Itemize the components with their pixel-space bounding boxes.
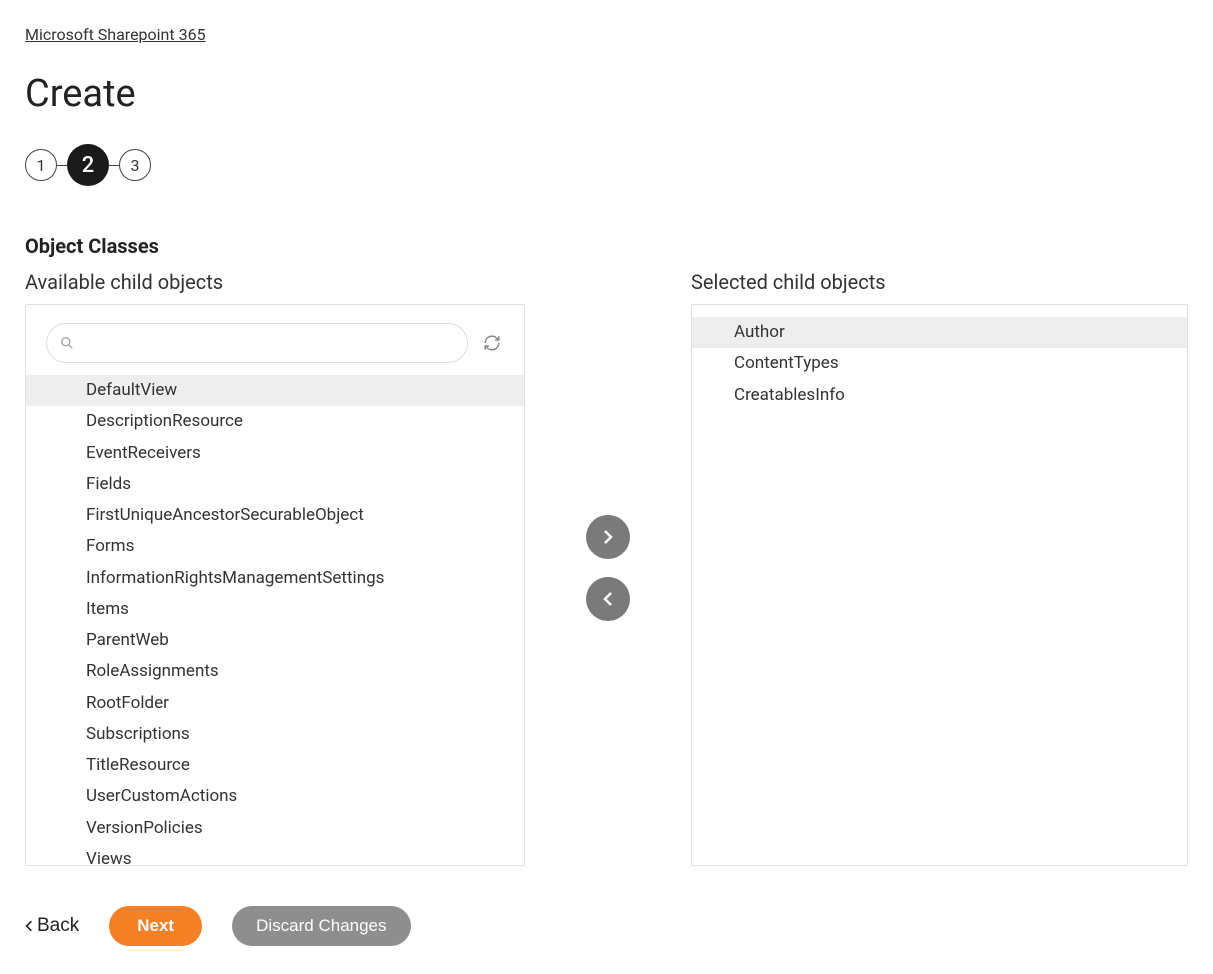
list-item[interactable]: EventReceivers [26, 438, 524, 469]
list-item[interactable]: InformationRightsManagementSettings [26, 563, 524, 594]
move-left-button[interactable] [586, 577, 630, 621]
list-item[interactable]: RoleAssignments [26, 656, 524, 687]
list-item[interactable]: Forms [26, 531, 524, 562]
list-item[interactable]: ParentWeb [26, 625, 524, 656]
list-item[interactable]: DescriptionResource [26, 406, 524, 437]
list-item[interactable]: UserCustomActions [26, 781, 524, 812]
list-item[interactable]: Items [26, 594, 524, 625]
stepper: 1 2 3 [25, 144, 1188, 186]
list-item[interactable]: RootFolder [26, 688, 524, 719]
breadcrumb-link[interactable]: Microsoft Sharepoint 365 [25, 25, 206, 44]
step-connector [109, 165, 119, 166]
chevron-left-icon [25, 919, 33, 933]
list-item[interactable]: Subscriptions [26, 719, 524, 750]
move-right-button[interactable] [586, 515, 630, 559]
selected-list: AuthorContentTypesCreatablesInfo [692, 317, 1187, 411]
refresh-icon [483, 334, 501, 352]
back-button-label: Back [37, 915, 79, 937]
available-label: Available child objects [25, 270, 525, 294]
list-item[interactable]: CreatablesInfo [692, 380, 1187, 411]
list-item[interactable]: FirstUniqueAncestorSecurableObject [26, 500, 524, 531]
section-heading: Object Classes [25, 234, 1188, 258]
next-button[interactable]: Next [109, 906, 202, 946]
selected-panel: AuthorContentTypesCreatablesInfo [691, 304, 1188, 866]
list-item[interactable]: DefaultView [26, 375, 524, 406]
available-list: DefaultViewDescriptionResourceEventRecei… [26, 375, 524, 866]
back-button[interactable]: Back [25, 915, 79, 937]
step-2[interactable]: 2 [67, 144, 109, 186]
chevron-left-icon [603, 591, 613, 607]
search-icon [60, 336, 74, 350]
refresh-button[interactable] [480, 331, 504, 355]
list-item[interactable]: ContentTypes [692, 348, 1187, 379]
available-panel: DefaultViewDescriptionResourceEventRecei… [25, 304, 525, 866]
list-item[interactable]: TitleResource [26, 750, 524, 781]
step-connector [57, 165, 67, 166]
discard-button[interactable]: Discard Changes [232, 906, 410, 946]
list-item[interactable]: VersionPolicies [26, 813, 524, 844]
step-3[interactable]: 3 [119, 149, 151, 181]
page-title: Create [25, 72, 1188, 116]
step-1[interactable]: 1 [25, 149, 57, 181]
search-input[interactable] [46, 323, 468, 363]
list-item[interactable]: Author [692, 317, 1187, 348]
chevron-right-icon [603, 529, 613, 545]
list-item[interactable]: Views [26, 844, 524, 866]
selected-label: Selected child objects [691, 270, 1188, 294]
list-item[interactable]: Fields [26, 469, 524, 500]
